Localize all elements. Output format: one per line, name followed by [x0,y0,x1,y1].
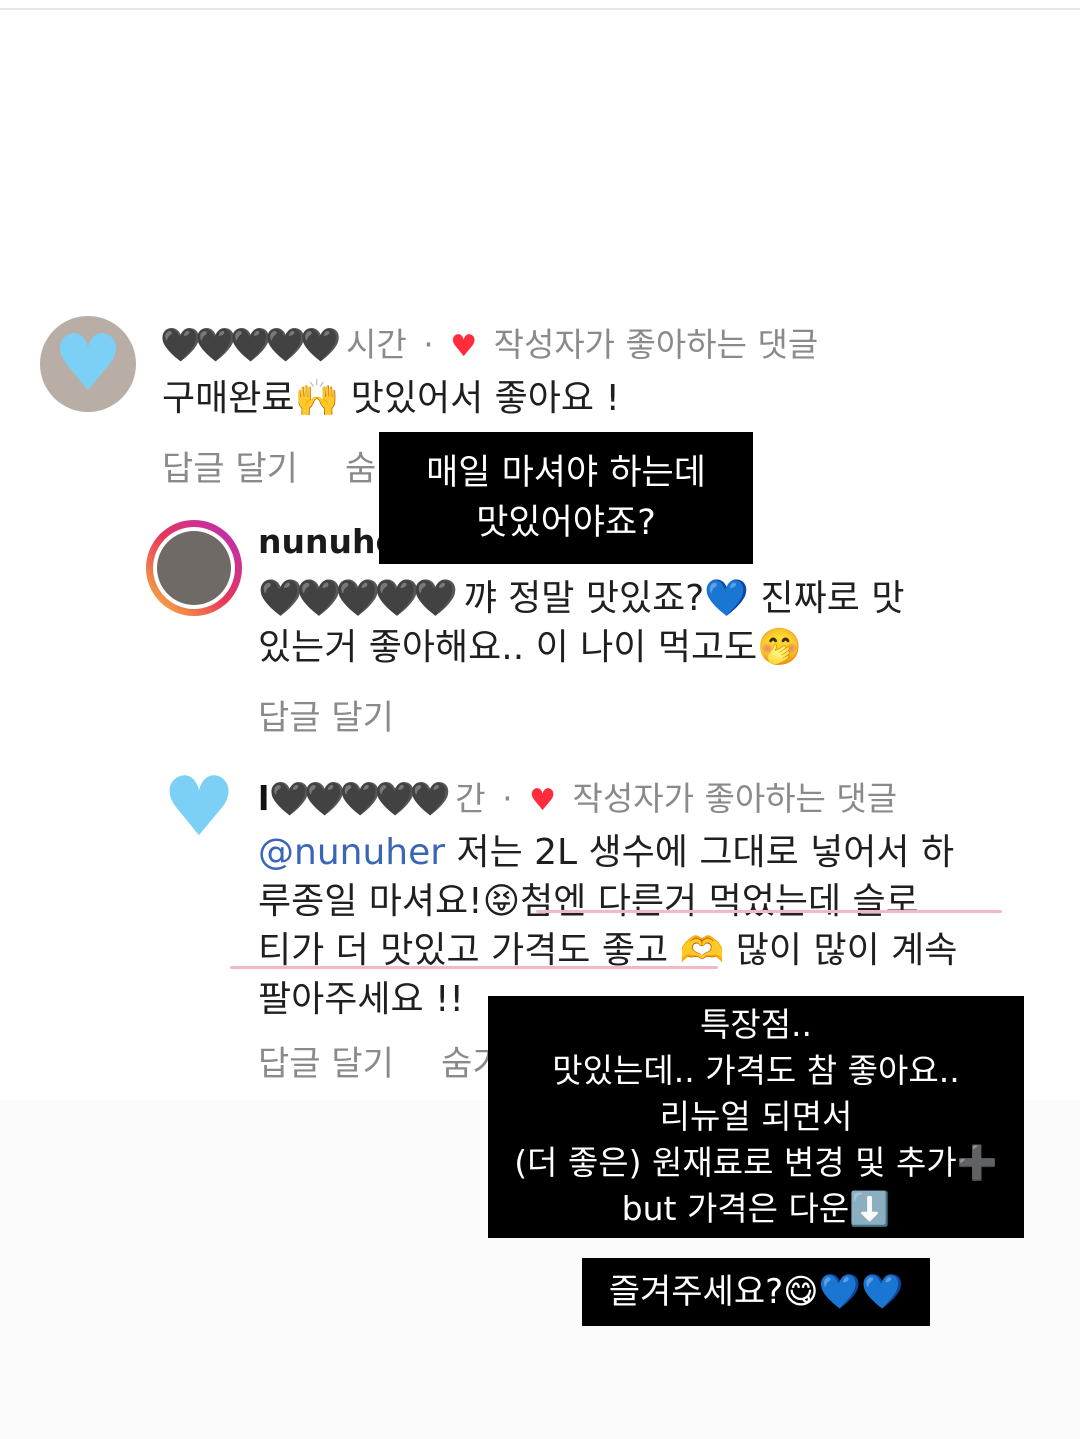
avatar [153,527,235,609]
username-hearts[interactable]: 🖤🖤🖤🖤🖤 [269,779,450,818]
reply-button[interactable]: 답글 달기 [258,690,394,739]
reply-text: 🖤🖤🖤🖤🖤 꺄 정말 맛있죠?💙 진짜로 맛 있는거 좋아해요.. 이 나이 먹… [258,578,905,668]
heart-icon: ♥ [529,783,557,818]
reply-username[interactable]: nunuhe [258,522,398,561]
caption-box-top: 매일 마셔야 하는데 맛있어야죠? [379,432,753,564]
caption-line: 매일 마셔야 하는데 [426,453,706,493]
caption-box-middle: 특장점.. 맛있는데.. 가격도 참 좋아요.. 리뉴얼 되면서 (더 좋은) … [488,996,1024,1238]
reply-button[interactable]: 답글 달기 [258,1036,394,1085]
username-prefix[interactable]: l [258,779,269,818]
hide-replies-button[interactable]: 숨 [345,441,376,490]
blue-heart-icon: ♥ [53,319,123,409]
comment-time: 간 [455,779,486,818]
caption-line: 즐겨주세요?😋💙💙 [608,1272,904,1312]
comment-meta: 🖤🖤🖤🖤🖤 시간 · ♥ 작성자가 좋아하는 댓글 [160,325,819,364]
caption-line: 맛있는데.. 가격도 참 좋아요.. [552,1051,960,1090]
caption-line: 리뉴얼 되면서 [659,1097,853,1136]
mention-link[interactable]: @nunuher [258,832,445,873]
caption-line: (더 좋은) 원재료로 변경 및 추가➕ [514,1143,998,1182]
comment-time: 시간 [345,325,407,364]
liked-by-author-label: 작성자가 좋아하는 댓글 [493,325,819,364]
avatar-story-ring[interactable] [146,520,242,616]
top-divider [0,8,1080,10]
comment-text: @nunuher 저는 2L 생수에 그대로 넣어서 하 루종일 마셔요!😝첨엔… [258,832,958,1020]
caption-line: but 가격은 다운⬇️ [621,1189,891,1228]
reply-button[interactable]: 답글 달기 [162,441,298,490]
blue-heart-icon: ♥ [162,759,236,855]
avatar[interactable]: ♥ [156,760,242,855]
heart-icon: ♥ [450,329,478,364]
caption-line: 특장점.. [699,1005,813,1044]
mention-hearts[interactable]: 🖤🖤🖤🖤🖤 [258,578,458,619]
highlight-underline [536,910,1002,913]
comment-meta: l🖤🖤🖤🖤🖤 간 · ♥ 작성자가 좋아하는 댓글 [258,779,898,818]
username-hearts[interactable]: 🖤🖤🖤🖤🖤 [160,325,341,364]
caption-line: 맛있어야죠? [476,503,656,543]
highlight-underline [230,966,718,969]
caption-box-bottom: 즐겨주세요?😋💙💙 [582,1258,930,1326]
avatar[interactable]: ♥ [40,316,136,412]
liked-by-author-label: 작성자가 좋아하는 댓글 [572,779,898,818]
comment-text: 구매완료🙌 맛있어서 좋아요 ! [162,378,620,419]
